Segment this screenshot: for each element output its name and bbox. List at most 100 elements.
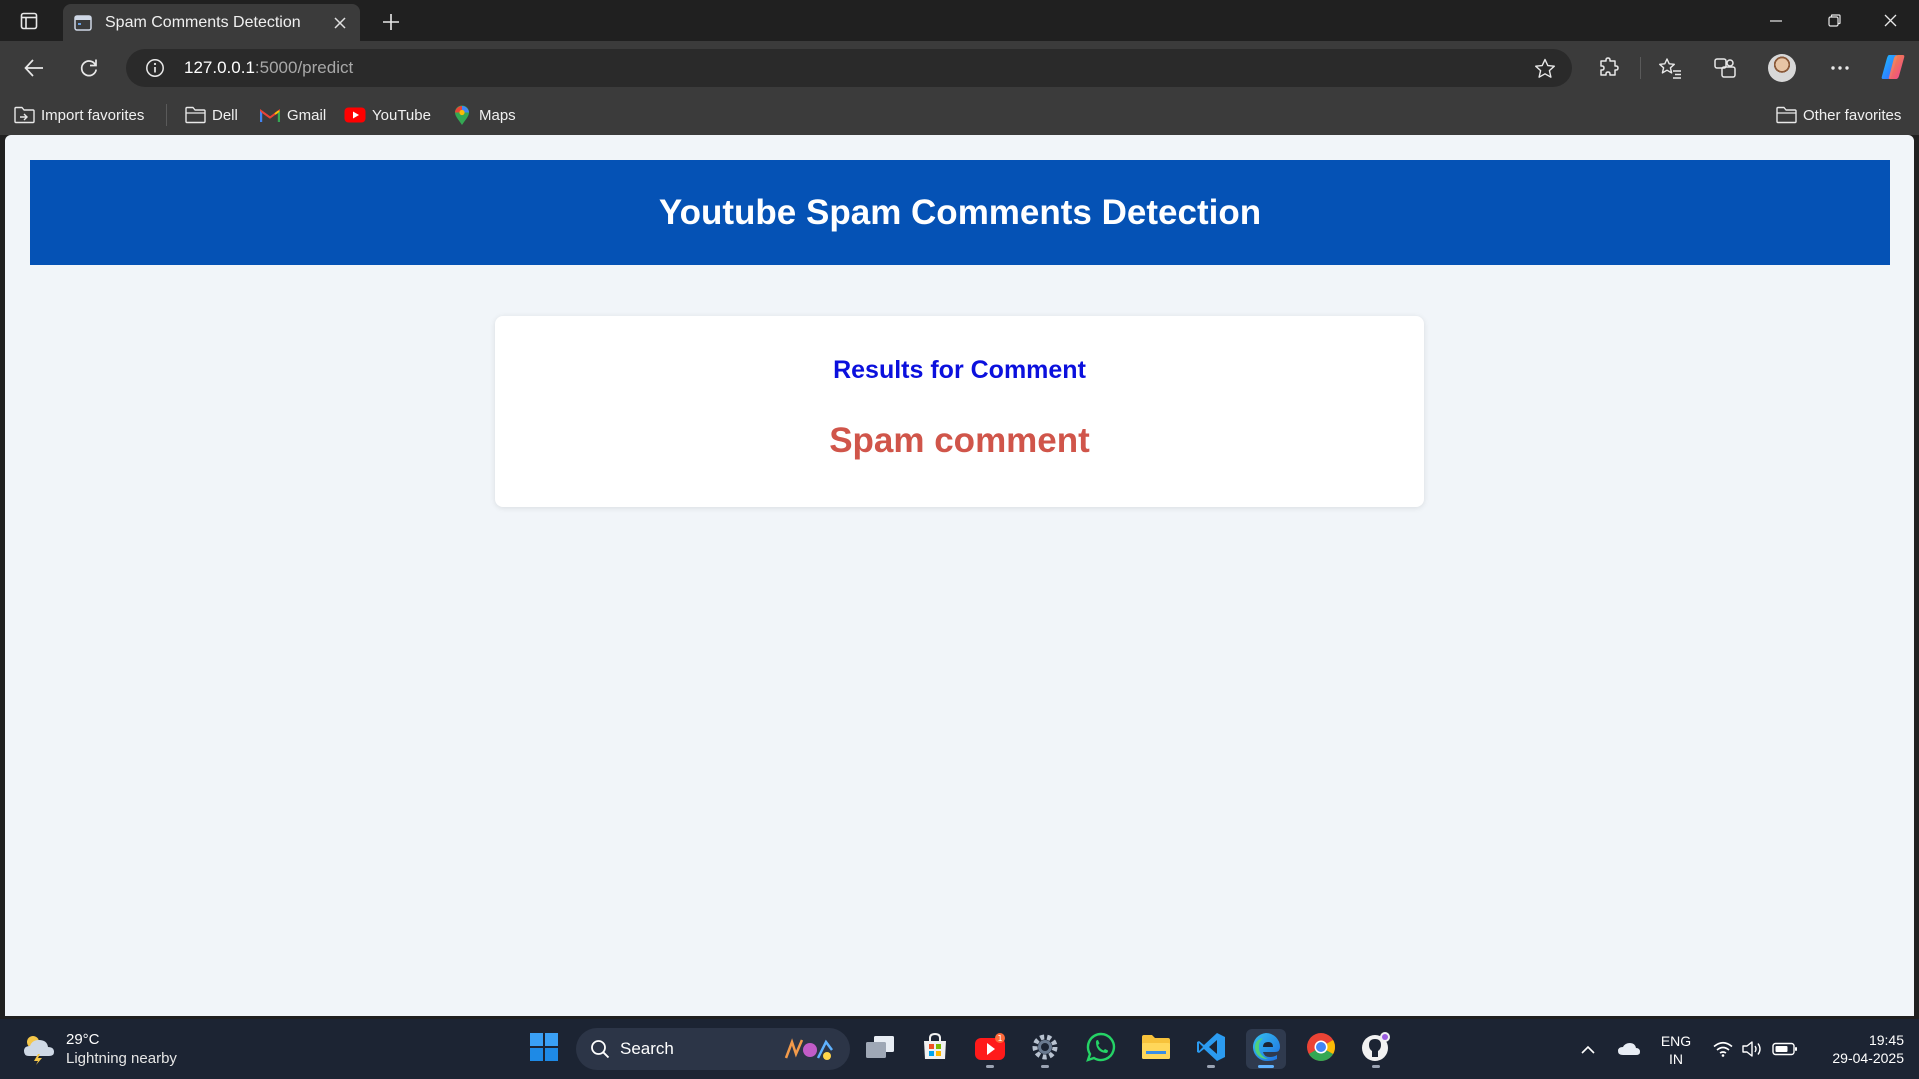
minimize-icon[interactable] [1747, 0, 1805, 41]
vscode-button[interactable] [1191, 1029, 1231, 1069]
clock-time: 19:45 [1868, 1032, 1904, 1048]
volume-speaker-icon[interactable] [1740, 1019, 1766, 1079]
onedrive-cloud-icon[interactable] [1614, 1019, 1644, 1079]
wifi-icon[interactable] [1710, 1019, 1736, 1079]
tab-bar: Spam Comments Detection [0, 0, 1919, 41]
youtube-app-button[interactable]: 1 [970, 1029, 1010, 1069]
running-indicator [1207, 1065, 1215, 1068]
favorites-bar: Import favorites Dell Gmail YouTube Maps… [0, 94, 1919, 135]
page-title: Youtube Spam Comments Detection [658, 192, 1262, 232]
import-icon [13, 104, 35, 126]
github-button[interactable] [1356, 1029, 1396, 1069]
profile-avatar[interactable] [1768, 54, 1796, 82]
extensions-puzzle-icon[interactable] [1590, 49, 1628, 87]
favorite-maps[interactable]: Maps [451, 102, 516, 128]
start-button[interactable] [524, 1029, 564, 1069]
search-label: Search [620, 1039, 674, 1058]
system-clock[interactable]: 19:45 29-04-2025 [1812, 1031, 1904, 1067]
favorite-gmail[interactable]: Gmail [259, 102, 326, 128]
running-indicator [1258, 1065, 1274, 1068]
new-tab-plus-icon[interactable] [375, 6, 407, 38]
toolbar-divider [1640, 57, 1641, 79]
favorites-list-icon[interactable] [1651, 49, 1689, 87]
favorite-label: YouTube [372, 106, 431, 124]
url-host: 127.0.0.1 [184, 58, 255, 77]
chrome-button[interactable] [1301, 1029, 1341, 1069]
windows-start-icon [529, 1032, 559, 1067]
favorites-divider [166, 104, 167, 126]
running-indicator [986, 1065, 994, 1068]
vscode-icon [1196, 1032, 1226, 1067]
edge-button[interactable] [1246, 1029, 1286, 1069]
maps-icon [451, 104, 473, 126]
result-heading: Results for Comment [833, 356, 1086, 384]
battery-icon[interactable] [1770, 1019, 1800, 1079]
close-window-icon[interactable] [1861, 0, 1919, 41]
taskbar-search[interactable]: Search [576, 1028, 850, 1070]
chrome-icon [1306, 1032, 1336, 1067]
result-card: Results for Comment Spam comment [495, 316, 1424, 507]
youtube-app-icon: 1 [974, 1032, 1006, 1067]
clock-date: 29-04-2025 [1832, 1050, 1904, 1066]
favorite-label: Gmail [287, 106, 327, 124]
page-viewport: Youtube Spam Comments Detection Results … [5, 135, 1914, 1016]
close-tab-icon[interactable] [326, 9, 354, 37]
address-bar[interactable]: 127.0.0.1:5000/predict [126, 49, 1572, 87]
microsoft-store-button[interactable] [915, 1029, 955, 1069]
settings-gear-icon [1030, 1032, 1060, 1067]
file-explorer-button[interactable] [1136, 1029, 1176, 1069]
language-code: ENG [1660, 1033, 1692, 1049]
file-explorer-icon [1140, 1033, 1172, 1066]
url-text[interactable]: 127.0.0.1:5000/predict [184, 58, 353, 78]
language-indicator[interactable]: ENG IN [1658, 1032, 1694, 1068]
url-path: :5000/predict [254, 58, 354, 77]
weather-temperature: 29°C [66, 1031, 100, 1048]
collections-icon[interactable] [1706, 49, 1744, 87]
favorite-label: Other favorites [1803, 106, 1902, 124]
favorite-label: Maps [479, 106, 516, 124]
weather-condition: Lightning nearby [66, 1050, 177, 1067]
github-icon [1360, 1031, 1392, 1068]
more-options-icon[interactable] [1821, 49, 1859, 87]
storm-cloud-icon [20, 1032, 58, 1066]
search-highlight-art-icon [782, 1036, 836, 1062]
site-info-icon[interactable] [142, 55, 168, 81]
favorite-youtube[interactable]: YouTube [344, 102, 431, 128]
edge-icon [1251, 1032, 1281, 1067]
task-view-button[interactable] [860, 1029, 900, 1069]
youtube-icon [344, 104, 366, 126]
settings-button[interactable] [1025, 1029, 1065, 1069]
running-indicator [1041, 1065, 1049, 1068]
refresh-icon[interactable] [70, 49, 108, 87]
favorite-other-favorites[interactable]: Other favorites [1775, 102, 1901, 128]
taskbar: 29°C Lightning nearby Search 1 ENG IN 19… [0, 1019, 1919, 1079]
folder-icon [1775, 104, 1797, 126]
prediction-result: Spam comment [829, 421, 1090, 460]
gmail-icon [259, 104, 281, 126]
active-tab[interactable]: Spam Comments Detection [63, 4, 360, 41]
show-hidden-icons-chevron-up-icon[interactable] [1576, 1019, 1600, 1079]
tab-title: Spam Comments Detection [105, 13, 301, 31]
svg-text:1: 1 [997, 1034, 1002, 1043]
favorite-label: Dell [212, 106, 238, 124]
folder-icon [184, 104, 206, 126]
copilot-icon[interactable] [1878, 52, 1908, 82]
weather-widget[interactable]: 29°C Lightning nearby [20, 1030, 177, 1068]
navigation-bar: 127.0.0.1:5000/predict [0, 41, 1919, 94]
task-view-icon [865, 1035, 895, 1064]
favorite-dell[interactable]: Dell [184, 102, 238, 128]
favorite-star-icon[interactable] [1532, 55, 1558, 81]
back-arrow-icon[interactable] [15, 49, 53, 87]
microsoft-store-icon [920, 1032, 950, 1067]
tab-actions-icon[interactable] [14, 8, 44, 34]
page-favicon-icon [73, 13, 93, 33]
favorite-import[interactable]: Import favorites [13, 102, 144, 128]
favorite-label: Import favorites [41, 106, 145, 124]
restore-icon[interactable] [1805, 0, 1863, 41]
whatsapp-icon [1086, 1032, 1116, 1067]
running-indicator [1372, 1065, 1380, 1068]
page-header: Youtube Spam Comments Detection [30, 160, 1890, 265]
search-icon [590, 1039, 610, 1059]
whatsapp-button[interactable] [1081, 1029, 1121, 1069]
language-region: IN [1669, 1051, 1683, 1067]
